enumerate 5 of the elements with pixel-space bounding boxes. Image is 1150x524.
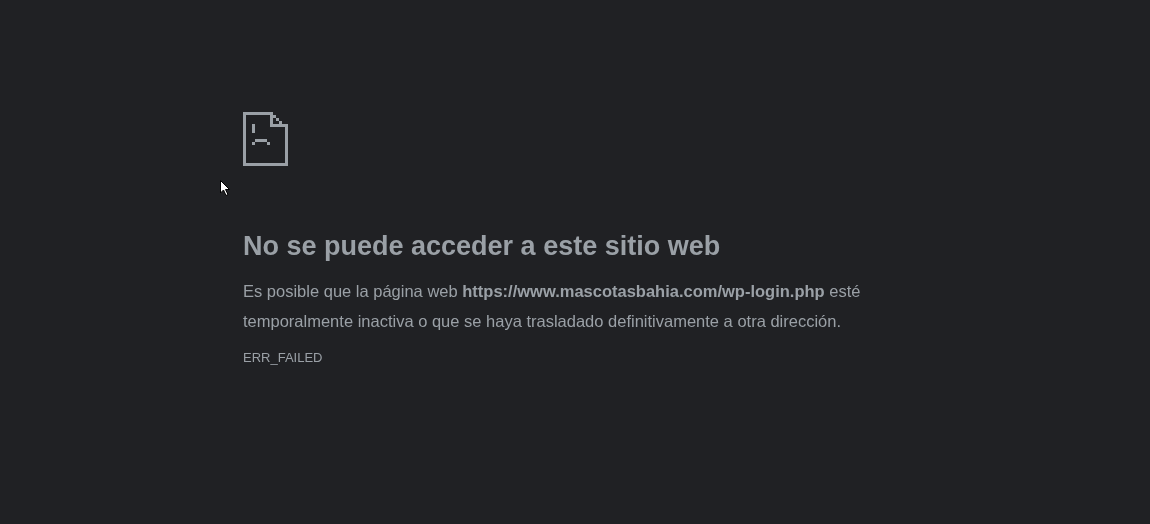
sad-page-icon [243, 112, 288, 166]
cursor-icon [220, 180, 231, 197]
error-title: No se puede acceder a este sitio web [243, 230, 721, 263]
error-code: ERR_FAILED [243, 350, 323, 366]
error-message: Es posible que la página web https://www.mascotasbahia.com/wp-login.php esté temporalmente inactiva o que se haya trasladado definitivamente a otra dirección. [243, 281, 862, 332]
